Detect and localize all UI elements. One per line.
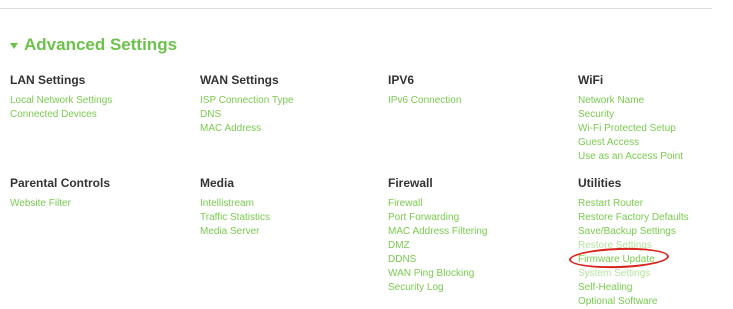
group-title-parental-controls: Parental Controls [10,176,111,190]
link-port-forwarding[interactable]: Port Forwarding [388,211,558,225]
link-firewall[interactable]: Firewall [388,197,558,211]
link-connected-devices[interactable]: Connected Devices [10,108,180,122]
link-security-log[interactable]: Security Log [388,281,558,295]
link-system-settings[interactable]: System Settings [578,267,733,281]
group-parental-controls: Parental Controls Website Filter [10,176,180,211]
group-ipv6: IPV6 IPv6 Connection [388,73,558,108]
link-self-healing[interactable]: Self-Healing [578,281,733,295]
link-dmz[interactable]: DMZ [388,239,558,253]
advanced-settings-header[interactable]: Advanced Settings [10,35,177,55]
group-title-wifi: WiFi [578,73,604,87]
caret-down-icon[interactable] [10,43,18,49]
link-dns[interactable]: DNS [200,108,370,122]
link-firmware-update[interactable]: Firmware Update [578,253,733,267]
link-save-backup-settings[interactable]: Save/Backup Settings [578,225,733,239]
link-mac-address[interactable]: MAC Address [200,122,370,136]
group-title-lan-settings: LAN Settings [10,73,86,87]
link-use-as-access-point[interactable]: Use as an Access Point [578,150,733,164]
group-title-firewall: Firewall [388,176,433,190]
link-mac-address-filtering[interactable]: MAC Address Filtering [388,225,558,239]
group-lan-settings: LAN Settings Local Network Settings Conn… [10,73,180,122]
link-optional-software[interactable]: Optional Software [578,295,733,309]
group-title-ipv6: IPV6 [388,73,415,87]
top-divider [0,8,712,9]
link-restart-router[interactable]: Restart Router [578,197,733,211]
group-wifi: WiFi Network Name Security Wi-Fi Protect… [578,73,733,164]
link-isp-connection-type[interactable]: ISP Connection Type [200,94,370,108]
link-media-server[interactable]: Media Server [200,225,370,239]
group-title-utilities: Utilities [578,176,622,190]
section-title: Advanced Settings [24,35,178,54]
group-media: Media Intellistream Traffic Statistics M… [200,176,370,239]
group-firewall: Firewall Firewall Port Forwarding MAC Ad… [388,176,558,295]
group-title-media: Media [200,176,235,190]
link-wifi-protected-setup[interactable]: Wi-Fi Protected Setup [578,122,733,136]
link-restore-factory-defaults[interactable]: Restore Factory Defaults [578,211,733,225]
group-utilities: Utilities Restart Router Restore Factory… [578,176,733,309]
link-traffic-statistics[interactable]: Traffic Statistics [200,211,370,225]
link-local-network-settings[interactable]: Local Network Settings [10,94,180,108]
link-restore-settings[interactable]: Restore Settings [578,239,733,253]
link-ipv6-connection[interactable]: IPv6 Connection [388,94,558,108]
link-intellistream[interactable]: Intellistream [200,197,370,211]
link-ddns[interactable]: DDNS [388,253,558,267]
link-network-name[interactable]: Network Name [578,94,733,108]
group-wan-settings: WAN Settings ISP Connection Type DNS MAC… [200,73,370,136]
link-security[interactable]: Security [578,108,733,122]
link-wan-ping-blocking[interactable]: WAN Ping Blocking [388,267,558,281]
link-website-filter[interactable]: Website Filter [10,197,180,211]
group-title-wan-settings: WAN Settings [200,73,279,87]
link-guest-access[interactable]: Guest Access [578,136,733,150]
